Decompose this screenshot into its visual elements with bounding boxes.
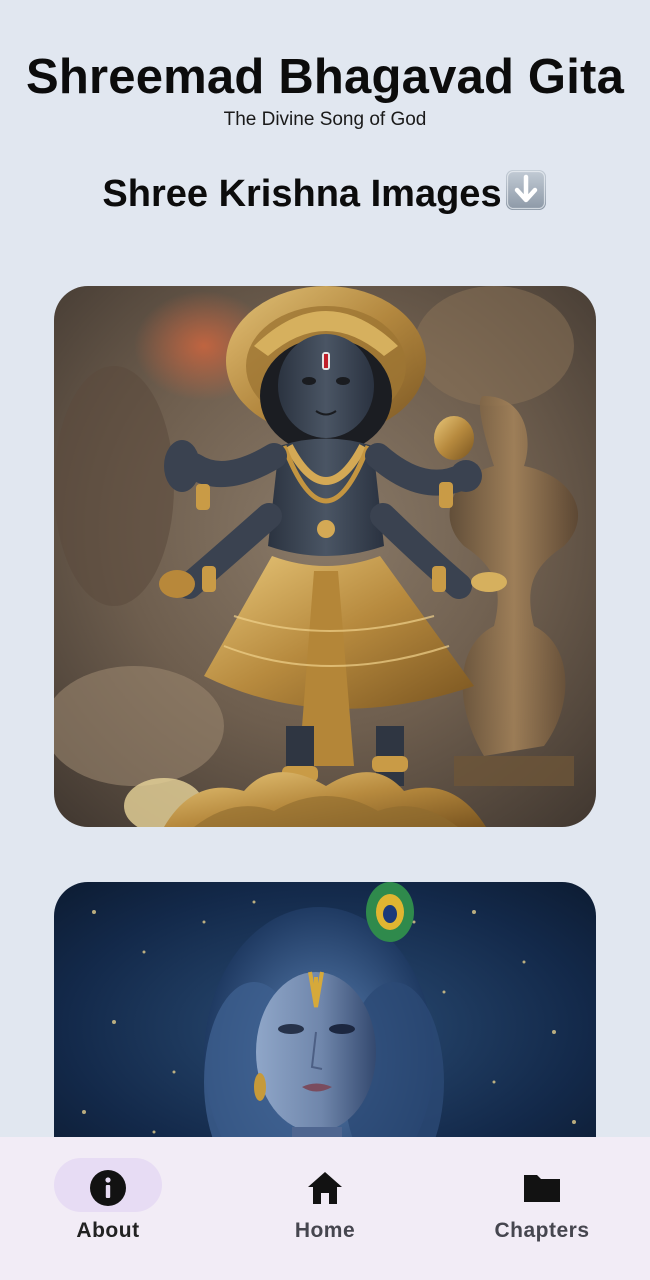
- home-icon: [308, 1172, 342, 1204]
- screen: Shreemad Bhagavad Gita The Divine Song o…: [0, 0, 650, 1280]
- krishna-idol-image: [54, 286, 596, 827]
- app-title: Shreemad Bhagavad Gita: [25, 50, 625, 104]
- header: Shreemad Bhagavad Gita The Divine Song o…: [0, 48, 650, 132]
- krishna-portrait-image: [54, 882, 596, 1172]
- nav-item-about[interactable]: About: [0, 1137, 216, 1280]
- section-title-text: Shree Krishna Images: [102, 173, 502, 215]
- info-icon: [90, 1170, 126, 1206]
- down-arrow-emoji-icon: [505, 170, 546, 210]
- app-subtitle: The Divine Song of God: [223, 109, 427, 130]
- section-title: Shree Krishna Images: [0, 168, 650, 218]
- nav-item-home[interactable]: Home: [217, 1137, 433, 1280]
- nav-label-home: Home: [294, 1219, 356, 1242]
- krishna-image-card-1[interactable]: [54, 286, 596, 827]
- folder-icon: [524, 1175, 560, 1202]
- nav-item-chapters[interactable]: Chapters: [434, 1137, 650, 1280]
- nav-label-about: About: [76, 1219, 140, 1242]
- bottom-navigation: About Home Chapters: [0, 1137, 650, 1280]
- nav-label-chapters: Chapters: [494, 1219, 590, 1242]
- krishna-image-card-2[interactable]: [54, 882, 596, 1172]
